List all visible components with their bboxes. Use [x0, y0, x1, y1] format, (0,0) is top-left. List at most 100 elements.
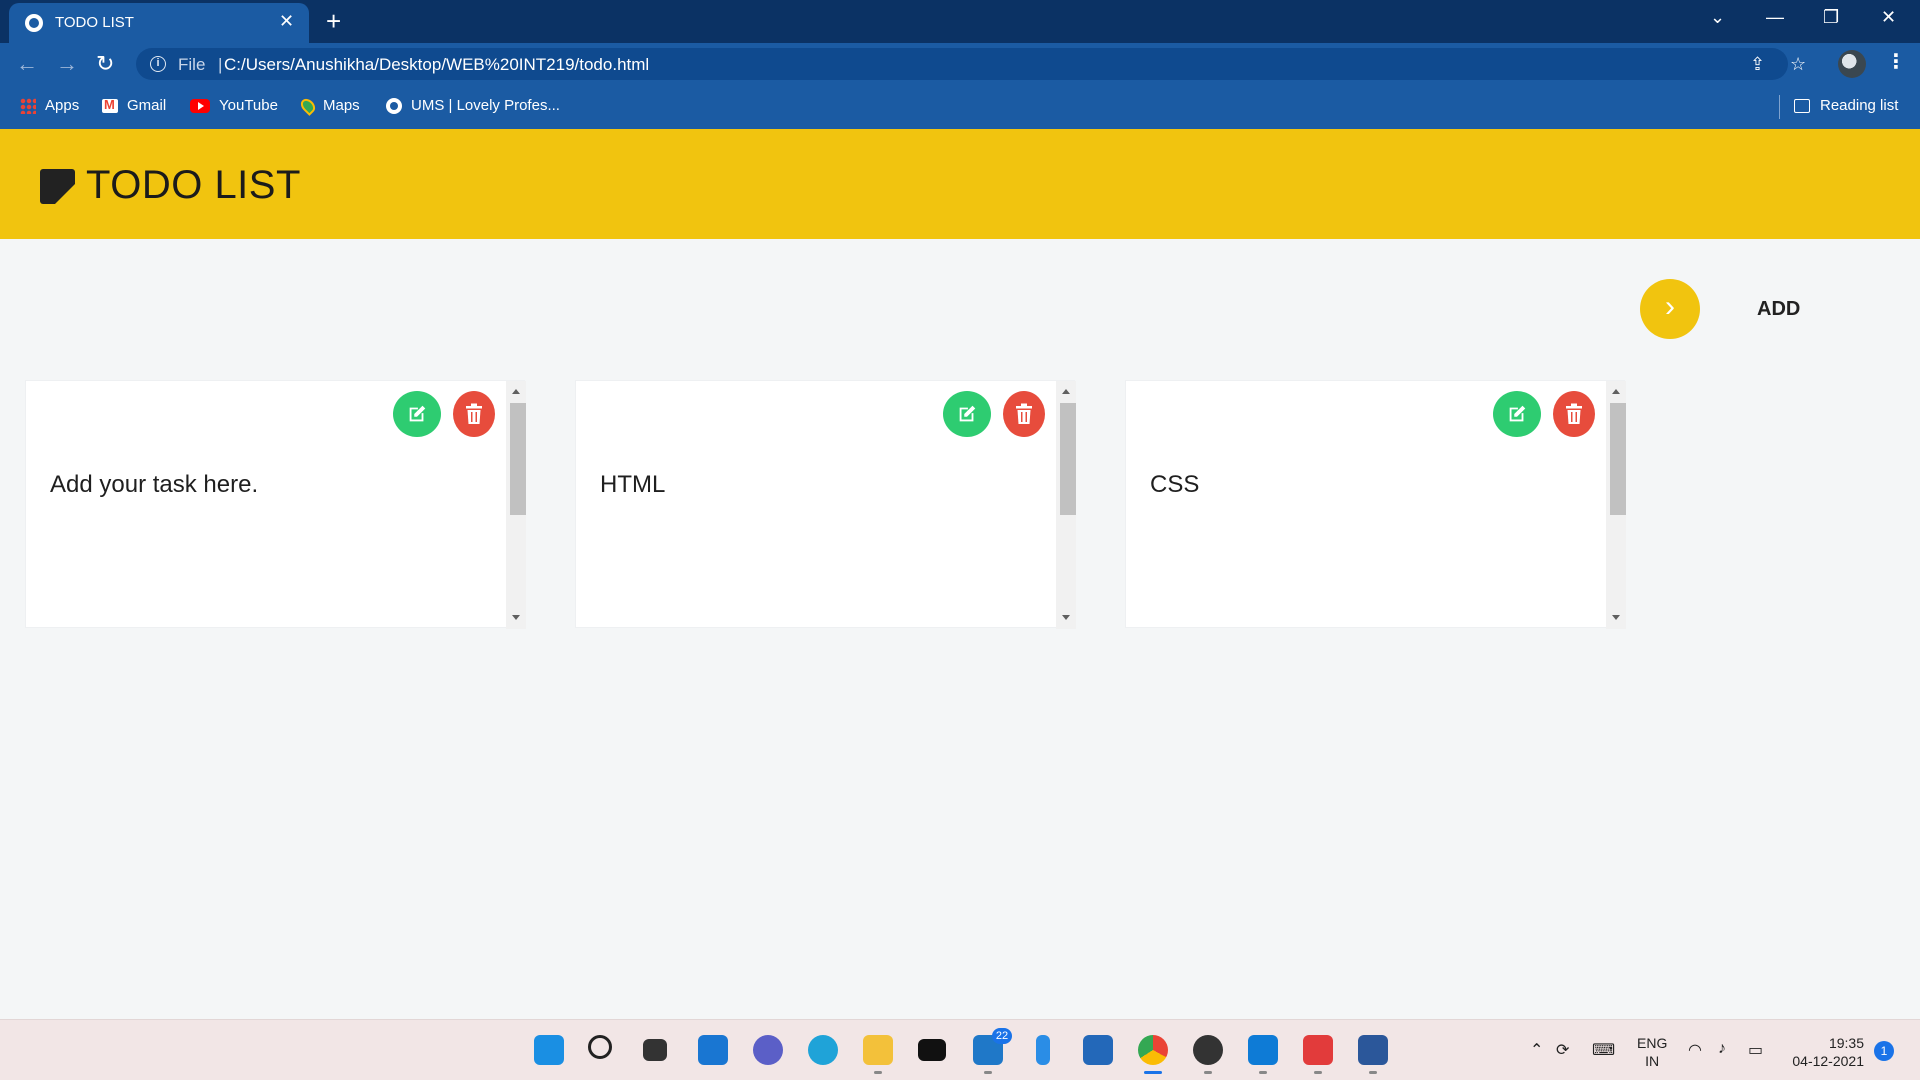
task-view-icon[interactable]	[643, 1039, 667, 1061]
bookmark-youtube[interactable]: YouTube	[190, 97, 278, 114]
scroll-down-arrow-icon[interactable]	[512, 615, 520, 620]
new-tab-button[interactable]: +	[326, 6, 341, 37]
note-text[interactable]: HTML	[600, 471, 665, 499]
edit-button[interactable]	[393, 391, 441, 437]
wps-office-icon[interactable]	[1303, 1035, 1333, 1065]
running-indicator	[1314, 1071, 1322, 1074]
edit-button[interactable]	[943, 391, 991, 437]
vscode-icon[interactable]	[1248, 1035, 1278, 1065]
store-icon[interactable]	[1083, 1035, 1113, 1065]
note-scrollbar[interactable]	[1606, 381, 1626, 629]
running-indicator	[984, 1071, 992, 1074]
add-label[interactable]: ADD	[1757, 298, 1800, 321]
scroll-thumb[interactable]	[1610, 403, 1626, 515]
address-separator: |	[218, 55, 223, 74]
dropbox-icon[interactable]	[918, 1039, 946, 1061]
chevron-up-icon[interactable]: ⌃	[1530, 1040, 1543, 1060]
active-indicator	[1144, 1071, 1162, 1074]
profile-avatar[interactable]	[1838, 50, 1866, 78]
scroll-thumb[interactable]	[510, 403, 526, 515]
edit-icon	[959, 405, 976, 422]
media-player-icon[interactable]	[1193, 1035, 1223, 1065]
word-icon[interactable]	[1358, 1035, 1388, 1065]
reading-list-button[interactable]: Reading list	[1794, 97, 1898, 114]
delete-button[interactable]	[1553, 391, 1595, 437]
file-explorer-icon[interactable]	[863, 1035, 893, 1065]
app-header: TODO LIST	[0, 129, 1920, 239]
taskbar: 22 ⌃ ⟳ ⌨ ENG IN ◠ ♪ ▭ 19:35 04-12-2021 1	[0, 1019, 1920, 1080]
scroll-up-arrow-icon[interactable]	[1612, 389, 1620, 394]
minimize-button[interactable]: —	[1766, 7, 1784, 28]
url-text[interactable]: C:/Users/Anushikha/Desktop/WEB%20INT219/…	[224, 55, 649, 75]
scroll-up-arrow-icon[interactable]	[512, 389, 520, 394]
reading-list-icon	[1794, 98, 1810, 113]
clock[interactable]: 19:35 04-12-2021	[1788, 1034, 1864, 1070]
browser-toolbar: ← → ↻ i File | C:/Users/Anushikha/Deskto…	[0, 43, 1920, 85]
bookmark-divider	[1779, 95, 1780, 119]
mail-badge: 22	[992, 1028, 1012, 1044]
edit-icon	[409, 405, 426, 422]
reload-button[interactable]: ↻	[96, 51, 114, 77]
volume-icon[interactable]: ♪	[1718, 1040, 1726, 1058]
wifi-icon[interactable]: ◠	[1688, 1040, 1702, 1060]
chrome-icon[interactable]	[1138, 1035, 1168, 1065]
sticky-note-icon	[40, 169, 75, 204]
battery-icon[interactable]: ▭	[1748, 1040, 1763, 1060]
scroll-down-arrow-icon[interactable]	[1612, 615, 1620, 620]
bookmark-star-icon[interactable]: ☆	[1790, 54, 1806, 75]
keyboard-icon[interactable]: ⌨	[1592, 1040, 1615, 1060]
sync-icon[interactable]: ⟳	[1556, 1040, 1569, 1060]
page-title: TODO LIST	[86, 163, 301, 207]
back-button[interactable]: ←	[16, 51, 38, 77]
close-window-button[interactable]: ✕	[1881, 7, 1896, 28]
scroll-thumb[interactable]	[1060, 403, 1076, 515]
trash-icon	[466, 403, 482, 424]
gmail-icon	[102, 97, 118, 113]
share-icon[interactable]: ⇪	[1750, 54, 1765, 75]
delete-button[interactable]	[1003, 391, 1045, 437]
edge-icon[interactable]	[808, 1035, 838, 1065]
running-indicator	[1369, 1071, 1377, 1074]
note-scrollbar[interactable]	[506, 381, 526, 629]
teams-chat-icon[interactable]	[753, 1035, 783, 1065]
language-indicator[interactable]: ENG IN	[1637, 1034, 1667, 1070]
note-card: Add your task here.	[25, 380, 526, 629]
note-card: CSS	[1125, 380, 1626, 629]
edit-button[interactable]	[1493, 391, 1541, 437]
bookmarks-bar: Apps Gmail YouTube Maps UMS | Lovely Pro…	[0, 85, 1920, 129]
note-scrollbar[interactable]	[1056, 381, 1076, 629]
visual-studio-icon[interactable]	[1036, 1035, 1050, 1065]
browser-tab[interactable]: TODO LIST ✕	[9, 3, 309, 43]
edit-icon	[1509, 405, 1526, 422]
search-icon[interactable]	[588, 1035, 612, 1059]
note-text[interactable]: CSS	[1150, 471, 1199, 499]
file-label: File	[178, 55, 206, 74]
globe-icon	[25, 14, 43, 32]
bookmark-ums[interactable]: UMS | Lovely Profes...	[386, 97, 560, 114]
scroll-up-arrow-icon[interactable]	[1062, 389, 1070, 394]
windows-start-icon[interactable]	[534, 1035, 564, 1065]
bookmark-gmail[interactable]: Gmail	[102, 97, 166, 114]
bookmark-apps[interactable]: Apps	[20, 97, 79, 114]
note-text[interactable]: Add your task here.	[50, 471, 258, 499]
bookmark-maps[interactable]: Maps	[298, 95, 360, 116]
maps-icon	[298, 95, 318, 116]
trash-icon	[1016, 403, 1032, 424]
restore-button[interactable]: ❐	[1823, 7, 1839, 28]
browser-menu-icon[interactable]: ⋮	[1886, 49, 1906, 74]
running-indicator	[1259, 1071, 1267, 1074]
add-button[interactable]: ›	[1640, 279, 1700, 339]
apps-grid-icon	[20, 97, 36, 114]
notification-badge[interactable]: 1	[1874, 1041, 1894, 1061]
trash-icon	[1566, 403, 1582, 424]
address-bar[interactable]: i File | C:/Users/Anushikha/Desktop/WEB%…	[136, 48, 1806, 80]
widgets-icon[interactable]	[698, 1035, 728, 1065]
globe-icon	[386, 97, 402, 114]
tab-search-icon[interactable]: ⌄	[1710, 7, 1725, 28]
scroll-down-arrow-icon[interactable]	[1062, 615, 1070, 620]
forward-button[interactable]: →	[56, 51, 78, 77]
tab-title: TODO LIST	[55, 14, 134, 31]
close-tab-icon[interactable]: ✕	[279, 11, 294, 32]
delete-button[interactable]	[453, 391, 495, 437]
site-info-icon[interactable]: i	[150, 56, 166, 72]
